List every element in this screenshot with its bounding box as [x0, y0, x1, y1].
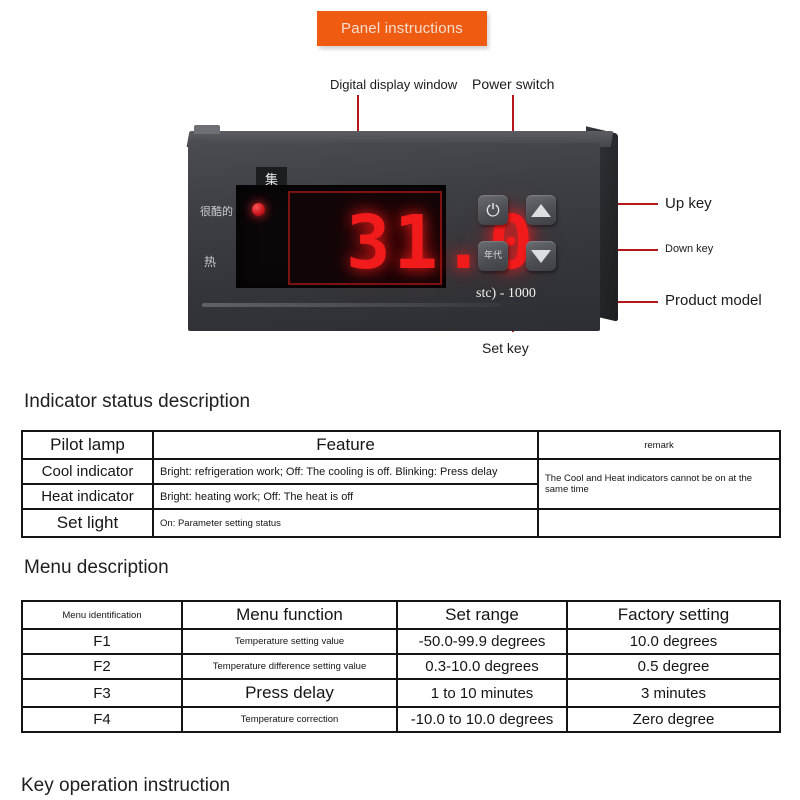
key-operation-heading: Key operation instruction	[21, 775, 231, 796]
table-row: F1 Temperature setting value -50.0-99.9 …	[21, 628, 781, 655]
cell-menu-id: F1	[21, 628, 183, 655]
cell-set-light: Set light	[21, 508, 154, 538]
display-value: 31.0	[346, 200, 537, 286]
cell-menu-function: Temperature difference setting value	[181, 653, 398, 680]
header-remark: remark	[537, 430, 781, 460]
callout-product-model-label: Product model	[665, 292, 762, 309]
device-mount-tab	[194, 125, 220, 134]
set-key-label: 年代	[483, 250, 502, 261]
device-seam-line	[202, 303, 502, 307]
callout-digital-display-label: Digital display window	[330, 77, 458, 92]
pilot-lamp-indicator	[252, 203, 265, 216]
indicator-status-table: Pilot lamp Feature remark Cool indicator…	[21, 430, 781, 538]
callout-set-key-label: Set key	[482, 340, 529, 356]
cell-factory-setting: 0.5 degree	[566, 653, 781, 680]
cell-menu-id: F2	[21, 653, 183, 680]
chevron-down-icon	[531, 249, 551, 263]
indicator-section-heading: Indicator status description	[24, 391, 251, 412]
header-menu-identification: Menu identification	[21, 600, 183, 630]
callout-down-key-label: Down key	[665, 243, 714, 255]
cell-set-range: 0.3-10.0 degrees	[396, 653, 568, 680]
cell-heat-indicator: Heat indicator	[21, 483, 154, 510]
power-switch-button[interactable]: ⏻	[478, 195, 508, 225]
device-front-panel: 集 很酷的 热 31.0 °C ⏻ 年代 stc) - 1000	[188, 143, 600, 331]
cell-heat-feature: Bright: heating work; Off: The heat is o…	[152, 483, 539, 510]
cell-set-feature: On: Parameter setting status	[152, 508, 539, 538]
power-icon: ⏻	[486, 200, 500, 220]
table-row: F4 Temperature correction -10.0 to 10.0 …	[21, 706, 781, 733]
cell-set-range: 1 to 10 minutes	[396, 678, 568, 708]
device-heat-label: 热	[204, 255, 217, 269]
banner-label: Panel instructions	[341, 20, 463, 37]
cell-cool-indicator: Cool indicator	[21, 458, 154, 485]
table-row: F2 Temperature difference setting value …	[21, 653, 781, 680]
cell-menu-function: Temperature setting value	[181, 628, 398, 655]
menu-section-heading: Menu description	[24, 557, 169, 578]
cell-set-range: -10.0 to 10.0 degrees	[396, 706, 568, 733]
panel-instructions-banner: Panel instructions	[317, 11, 487, 46]
table-row: Pilot lamp Feature remark	[21, 430, 781, 460]
device-cool-label: 很酷的	[200, 205, 233, 218]
set-key-button[interactable]: 年代	[478, 241, 508, 271]
cell-factory-setting: 3 minutes	[566, 678, 781, 708]
header-factory-setting: Factory setting	[566, 600, 781, 630]
table-row: F3 Press delay 1 to 10 minutes 3 minutes	[21, 678, 781, 708]
up-key-button[interactable]	[526, 195, 556, 225]
cell-factory-setting: 10.0 degrees	[566, 628, 781, 655]
header-menu-function: Menu function	[181, 600, 398, 630]
device-model-text: stc) - 1000	[476, 286, 536, 301]
menu-description-table: Menu identification Menu function Set ra…	[21, 600, 781, 733]
callout-up-key-label: Up key	[665, 195, 712, 212]
digital-display-window: 31.0 °C	[236, 185, 533, 288]
table-row: Menu identification Menu function Set ra…	[21, 600, 781, 630]
header-pilot-lamp: Pilot lamp	[21, 430, 154, 460]
cell-menu-function: Press delay	[181, 678, 398, 708]
table-row: Cool indicator Bright: refrigeration wor…	[21, 458, 781, 510]
callout-power-switch-label: Power switch	[472, 76, 555, 92]
cell-menu-function: Temperature correction	[181, 706, 398, 733]
cell-remark: The Cool and Heat indicators cannot be o…	[537, 458, 781, 510]
temperature-controller-device: 集 很酷的 热 31.0 °C ⏻ 年代 stc) - 1000	[180, 125, 640, 331]
cell-menu-id: F3	[21, 678, 183, 708]
header-feature: Feature	[152, 430, 539, 460]
cell-factory-setting: Zero degree	[566, 706, 781, 733]
header-set-range: Set range	[396, 600, 568, 630]
chevron-up-icon	[531, 203, 551, 217]
down-key-button[interactable]	[526, 241, 556, 271]
cell-remark-empty	[537, 508, 781, 538]
table-row: Set light On: Parameter setting status	[21, 508, 781, 538]
display-bezel: 31.0 °C	[288, 191, 533, 285]
cell-menu-id: F4	[21, 706, 183, 733]
cell-set-range: -50.0-99.9 degrees	[396, 628, 568, 655]
cell-cool-feature: Bright: refrigeration work; Off: The coo…	[152, 458, 539, 485]
